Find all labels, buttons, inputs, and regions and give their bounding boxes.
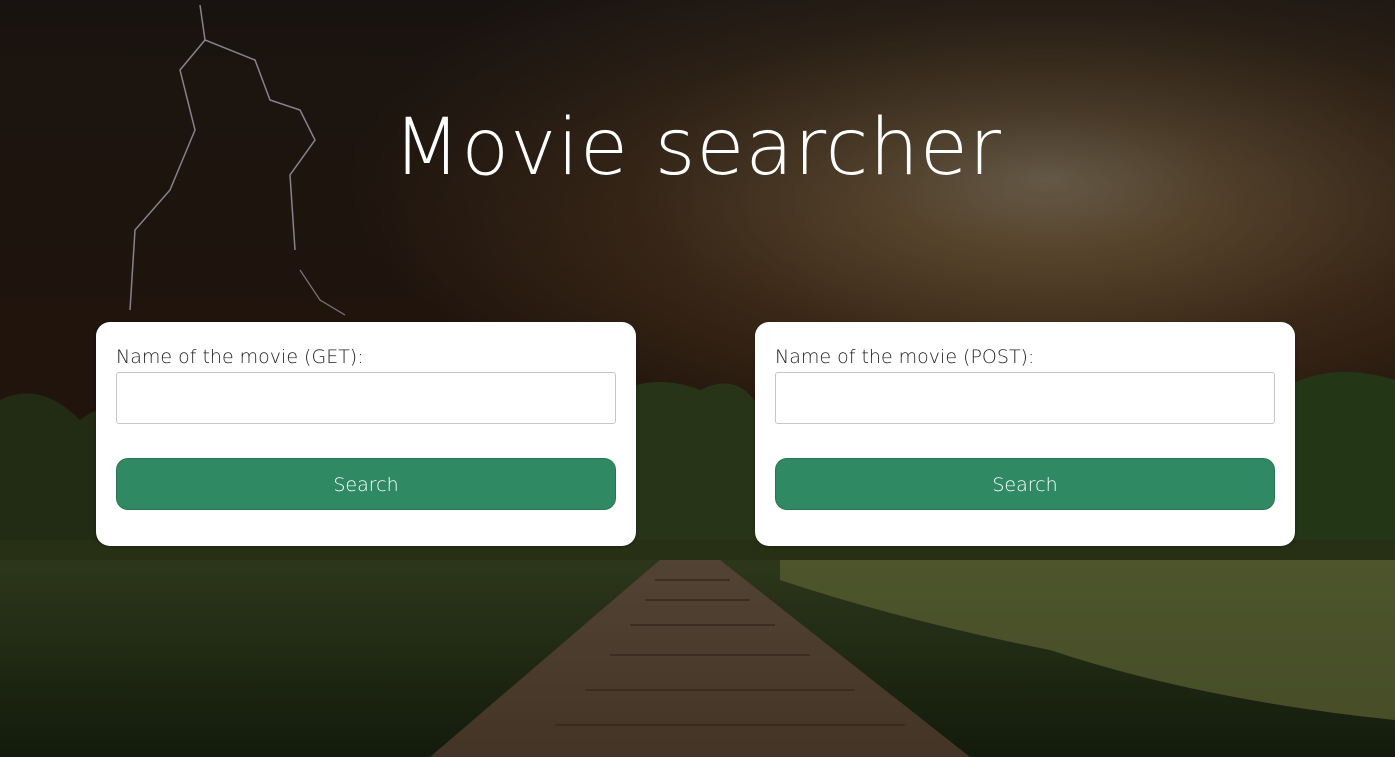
post-search-button[interactable]: Search bbox=[775, 458, 1275, 510]
page-title: Movie searcher bbox=[393, 103, 1002, 193]
post-search-form: Name of the movie (POST): Search bbox=[755, 322, 1295, 546]
post-movie-name-label: Name of the movie (POST): bbox=[775, 346, 1035, 368]
post-movie-name-input[interactable] bbox=[775, 372, 1275, 424]
get-search-button[interactable]: Search bbox=[116, 458, 616, 510]
get-movie-name-label: Name of the movie (GET): bbox=[116, 346, 364, 368]
get-movie-name-input[interactable] bbox=[116, 372, 616, 424]
get-search-form: Name of the movie (GET): Search bbox=[96, 322, 636, 546]
page: Movie searcher Name of the movie (GET): … bbox=[0, 0, 1395, 757]
